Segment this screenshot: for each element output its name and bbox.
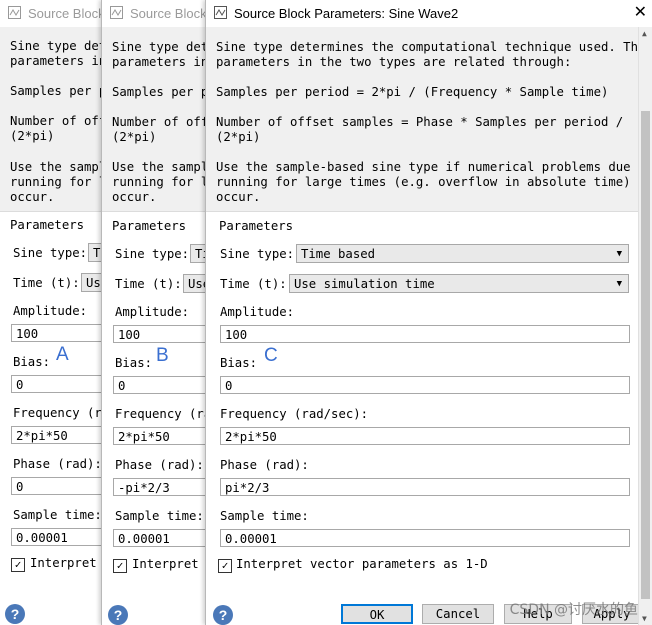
description-line: parameters in the two types are related …: [216, 55, 572, 69]
sine-type-dropdown[interactable]: Time based ▼: [296, 244, 629, 263]
phase-field[interactable]: pi*2/3: [220, 478, 630, 496]
parameters-group-label: Parameters: [219, 219, 294, 233]
help-icon[interactable]: ?: [5, 604, 25, 624]
sample-time-label: Sample time:: [115, 509, 204, 523]
window-title: Source Block Parameters: Sine Wave2: [234, 6, 459, 21]
vertical-scrollbar[interactable]: ▲ ▼: [638, 27, 652, 625]
interpret-vector-checkbox[interactable]: ✓: [218, 559, 232, 573]
parameters-group-label: Parameters: [112, 219, 187, 233]
watermark: CSDN @讨厌水的鱼: [509, 602, 638, 618]
interpret-vector-checkbox[interactable]: ✓: [113, 559, 127, 573]
scroll-up-icon[interactable]: ▲: [642, 29, 647, 38]
description-line: (2*pi): [10, 129, 55, 143]
ok-button[interactable]: OK: [341, 604, 413, 624]
annotation-c: C: [264, 345, 278, 366]
description-line: running for large times (e.g. overflow i…: [216, 175, 631, 189]
time-label: Time (t):: [220, 277, 287, 291]
annotation-a: A: [56, 344, 69, 365]
time-label: Time (t):: [115, 277, 182, 291]
description-line: occur.: [112, 190, 157, 204]
frequency-label: Frequency (rad/sec):: [220, 407, 369, 421]
time-dropdown[interactable]: Use simulation time ▼: [289, 274, 629, 293]
phase-label: Phase (rad):: [13, 457, 102, 471]
description-line: occur.: [216, 190, 261, 204]
simulink-block-icon: [8, 6, 21, 19]
phase-label: Phase (rad):: [115, 458, 204, 472]
help-icon[interactable]: ?: [108, 605, 128, 625]
description-line: Use the sample-based sine type if numeri…: [216, 160, 652, 174]
description-line: (2*pi): [112, 130, 157, 144]
close-icon[interactable]: ✕: [634, 2, 647, 22]
amplitude-field[interactable]: 100: [220, 325, 630, 343]
interpret-vector-checkbox[interactable]: ✓: [11, 558, 25, 572]
description-panel: Sine type determines the computational t…: [206, 27, 652, 212]
description-line: (2*pi): [216, 130, 261, 144]
sine-type-label: Sine type:: [13, 246, 88, 260]
frequency-field[interactable]: 2*pi*50: [220, 427, 630, 445]
parameters-group-label: Parameters: [10, 218, 85, 232]
chevron-down-icon: ▼: [616, 249, 622, 259]
amplitude-label: Amplitude:: [220, 305, 295, 319]
description-line: Number of offset samples = Phase * Sampl…: [216, 115, 624, 129]
amplitude-label: Amplitude:: [13, 304, 88, 318]
time-label: Time (t):: [13, 276, 80, 290]
scrollbar-thumb[interactable]: [641, 111, 650, 599]
phase-label: Phase (rad):: [220, 458, 309, 472]
scroll-down-icon[interactable]: ▼: [642, 614, 647, 623]
bias-label: Bias:: [115, 356, 153, 370]
description-line: occur.: [10, 190, 55, 204]
annotation-b: B: [156, 345, 169, 366]
title-bar[interactable]: Source Block Parameters: Sine Wave2 ✕: [206, 0, 652, 27]
bias-field[interactable]: 0: [220, 376, 630, 394]
simulink-block-icon: [214, 6, 227, 19]
sine-type-label: Sine type:: [115, 247, 190, 261]
sample-time-label: Sample time:: [13, 508, 102, 522]
description-line: Samples per period = 2*pi / (Frequency *…: [216, 85, 609, 99]
interpret-vector-label: Interpret vector parameters as 1-D: [236, 557, 488, 571]
amplitude-label: Amplitude:: [115, 305, 190, 319]
bias-label: Bias:: [13, 355, 51, 369]
sine-type-value: Time based: [301, 247, 376, 261]
time-value: Use simulation time: [294, 277, 435, 291]
simulink-block-icon: [110, 6, 123, 19]
sine-type-label: Sine type:: [220, 247, 295, 261]
cancel-button[interactable]: Cancel: [422, 604, 494, 624]
dialog-sine-wave-2: Source Block Parameters: Sine Wave2 ✕ Si…: [205, 0, 652, 625]
help-icon[interactable]: ?: [213, 605, 233, 625]
chevron-down-icon: ▼: [616, 279, 622, 289]
description-line: Sine type determines the computational t…: [216, 40, 646, 54]
bias-label: Bias:: [220, 356, 258, 370]
parameters-panel: Parameters Sine type: Time based ▼ Time (…: [206, 212, 642, 625]
sample-time-label: Sample time:: [220, 509, 309, 523]
sample-time-field[interactable]: 0.00001: [220, 529, 630, 547]
